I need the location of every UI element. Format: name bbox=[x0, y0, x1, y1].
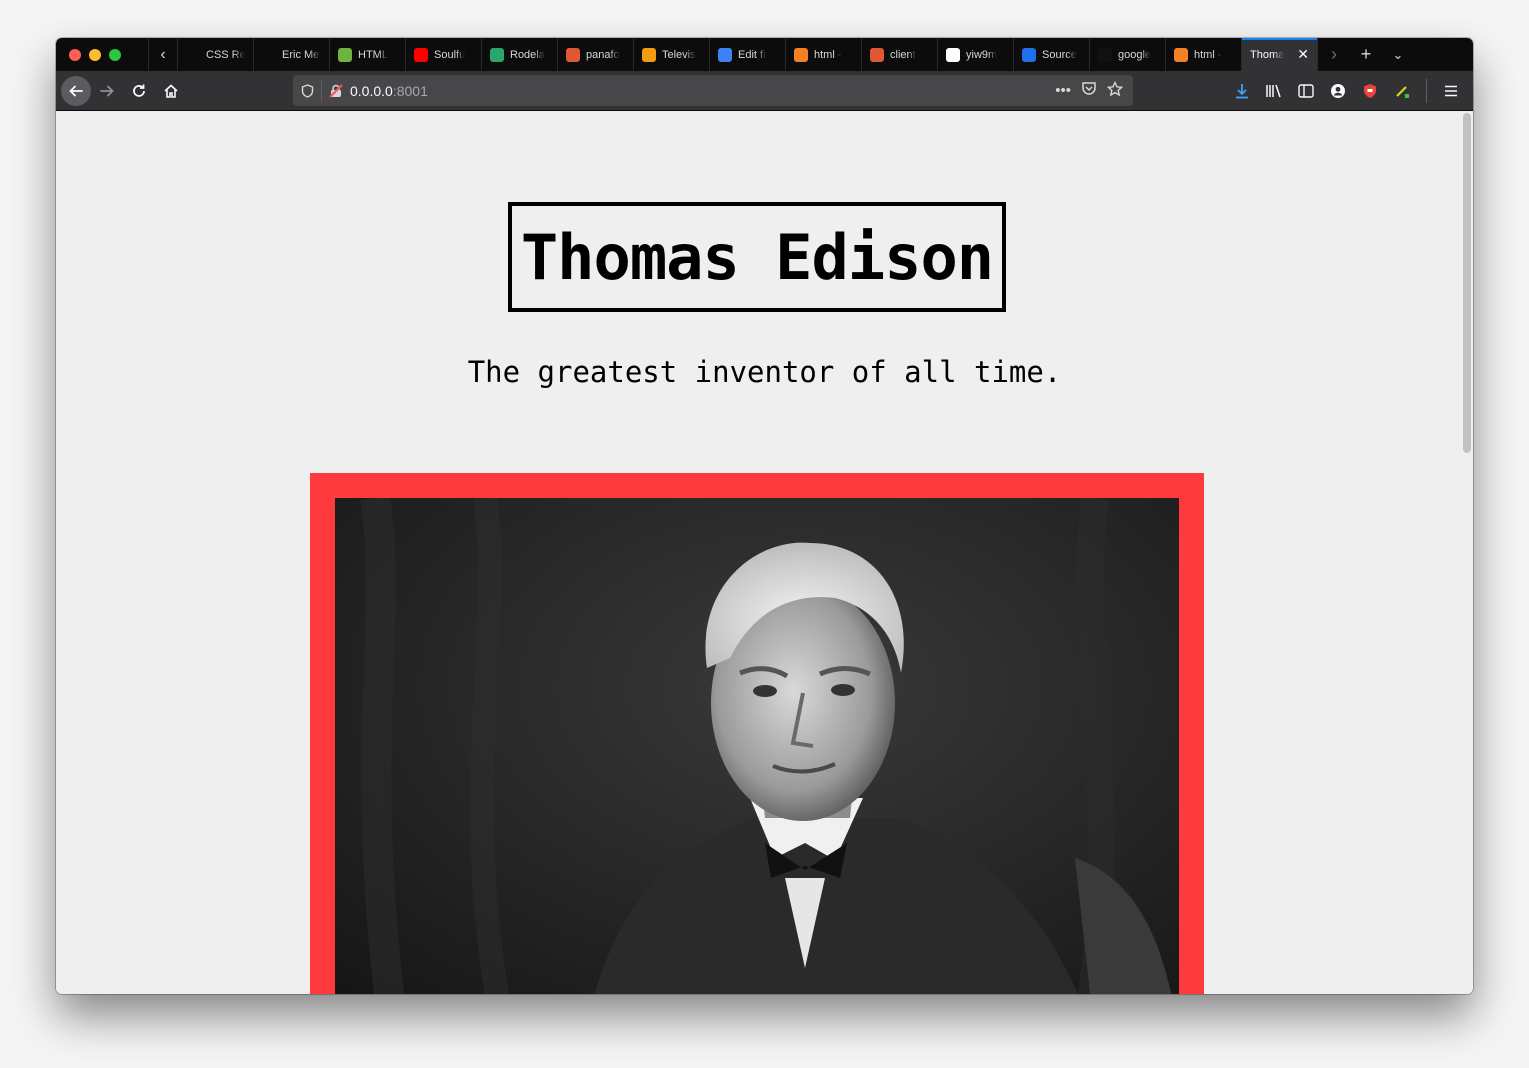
browser-tab[interactable]: google bbox=[1090, 38, 1166, 71]
youtube-icon bbox=[414, 47, 428, 62]
sidebar-icon[interactable] bbox=[1292, 77, 1320, 105]
tab-label: html - bbox=[1194, 48, 1222, 61]
forward-button[interactable] bbox=[91, 75, 123, 107]
tab-label: Rodela bbox=[510, 48, 545, 61]
tab-label: Televis bbox=[662, 48, 696, 61]
browser-tab[interactable]: client bbox=[862, 38, 938, 71]
browser-tab[interactable]: Edit fi bbox=[710, 38, 786, 71]
browser-tab[interactable]: panafo bbox=[558, 38, 634, 71]
arrow-right-icon bbox=[100, 85, 114, 96]
maximize-window-button[interactable] bbox=[109, 48, 121, 61]
tab-label: Thoma bbox=[1250, 48, 1285, 61]
library-icon[interactable] bbox=[1260, 77, 1288, 105]
archive-icon bbox=[642, 47, 656, 62]
tab-label: panafo bbox=[586, 48, 620, 61]
browser-tab[interactable]: HTML bbox=[330, 38, 406, 71]
browser-tab[interactable]: Source bbox=[1014, 38, 1090, 71]
blank-page-icon bbox=[186, 47, 200, 62]
tab-label: client bbox=[890, 48, 916, 61]
scroll-tabs-left-icon[interactable]: ‹ bbox=[148, 38, 178, 71]
home-button[interactable] bbox=[155, 75, 187, 107]
browser-tab[interactable]: html - bbox=[1166, 38, 1242, 71]
scroll-tabs-right-icon[interactable]: › bbox=[1318, 38, 1350, 71]
arrow-left-icon bbox=[69, 85, 83, 96]
edison-portrait-image bbox=[335, 498, 1179, 994]
w3-validator-icon bbox=[338, 47, 352, 62]
tab-label: google bbox=[1118, 48, 1152, 61]
tab-label: Eric Meyer bbox=[282, 48, 321, 61]
tab-label: Soulfu bbox=[434, 48, 466, 61]
toolbar-right bbox=[1228, 75, 1465, 106]
close-tab-icon[interactable]: ✕ bbox=[1297, 46, 1309, 63]
minimize-window-button[interactable] bbox=[89, 48, 101, 61]
page-title: Thomas Edison bbox=[520, 220, 994, 294]
f-icon bbox=[1022, 47, 1036, 62]
account-icon[interactable] bbox=[1324, 77, 1352, 105]
page-tagline: The greatest inventor of all time. bbox=[467, 355, 1062, 389]
browser-tab[interactable]: Televis bbox=[634, 38, 710, 71]
insecure-lock-icon[interactable] bbox=[322, 83, 350, 98]
url-actions: ••• bbox=[1055, 80, 1133, 101]
page-scrollbar[interactable] bbox=[1463, 113, 1471, 453]
close-window-button[interactable] bbox=[69, 48, 81, 61]
url-text[interactable]: 0.0.0.0:8001 bbox=[350, 83, 428, 99]
info-icon bbox=[946, 47, 960, 62]
reload-icon bbox=[133, 84, 145, 97]
browser-tab[interactable]: CSS Reset bbox=[178, 38, 254, 71]
downloads-icon[interactable] bbox=[1228, 77, 1256, 105]
stackoverflow-icon bbox=[794, 47, 808, 62]
new-tab-button[interactable]: + bbox=[1350, 38, 1382, 71]
browser-tab[interactable]: yiw9m bbox=[938, 38, 1014, 71]
duckduckgo-icon bbox=[870, 47, 884, 62]
stackoverflow-icon bbox=[1174, 47, 1188, 62]
tab-label: Source bbox=[1042, 48, 1077, 61]
portrait-photo bbox=[335, 498, 1179, 994]
cloud-icon bbox=[718, 47, 732, 62]
tab-label: Edit fi bbox=[738, 48, 766, 61]
list-all-tabs-icon[interactable]: ⌄ bbox=[1382, 38, 1414, 71]
toolbar-divider bbox=[1426, 78, 1427, 103]
page-viewport[interactable]: Thomas Edison The greatest inventor of a… bbox=[56, 111, 1473, 994]
duckduckgo-icon bbox=[566, 47, 580, 62]
tab-list: CSS Reset Eric Meyer HTML Soulfu Rodela panaf… bbox=[178, 38, 1318, 71]
reload-button[interactable] bbox=[123, 75, 155, 107]
home-icon bbox=[164, 83, 178, 98]
bookmark-star-icon[interactable] bbox=[1106, 80, 1124, 101]
tab-label: yiw9m bbox=[966, 48, 998, 61]
github-icon bbox=[1098, 47, 1112, 62]
browser-window: ‹ CSS Reset Eric Meyer HTML Soulfu Rodela pan… bbox=[56, 38, 1473, 994]
extension-pen-icon[interactable] bbox=[1388, 77, 1416, 105]
tab-label: HTML bbox=[358, 48, 388, 61]
browser-tab[interactable]: Thoma ✕ bbox=[1242, 38, 1318, 71]
pocket-icon[interactable] bbox=[1081, 81, 1097, 100]
browser-tab[interactable]: Soulfu bbox=[406, 38, 482, 71]
url-bar[interactable]: 0.0.0.0:8001 ••• bbox=[293, 75, 1133, 106]
tab-strip: ‹ CSS Reset Eric Meyer HTML Soulfu Rodela pan… bbox=[56, 38, 1473, 71]
menu-hamburger-icon[interactable] bbox=[1437, 77, 1465, 105]
ublock-extension-icon[interactable] bbox=[1356, 77, 1384, 105]
window-controls bbox=[56, 38, 148, 71]
back-button[interactable] bbox=[61, 75, 91, 106]
browser-tab[interactable]: Rodela bbox=[482, 38, 558, 71]
url-port: :8001 bbox=[392, 82, 428, 99]
blank-page-icon bbox=[262, 47, 276, 62]
tab-label: html - bbox=[814, 48, 842, 61]
title-box: Thomas Edison bbox=[508, 202, 1006, 312]
nav-toolbar: 0.0.0.0:8001 ••• bbox=[56, 71, 1473, 111]
photo-frame bbox=[310, 473, 1204, 994]
url-host: 0.0.0.0 bbox=[350, 82, 393, 99]
page-actions-icon[interactable]: ••• bbox=[1055, 82, 1071, 99]
globe-icon bbox=[490, 47, 504, 62]
browser-tab[interactable]: Eric Meyer bbox=[254, 38, 330, 71]
tracking-protection-icon[interactable] bbox=[293, 83, 321, 98]
browser-tab[interactable]: html - bbox=[786, 38, 862, 71]
tab-label: CSS Reset bbox=[206, 48, 245, 61]
